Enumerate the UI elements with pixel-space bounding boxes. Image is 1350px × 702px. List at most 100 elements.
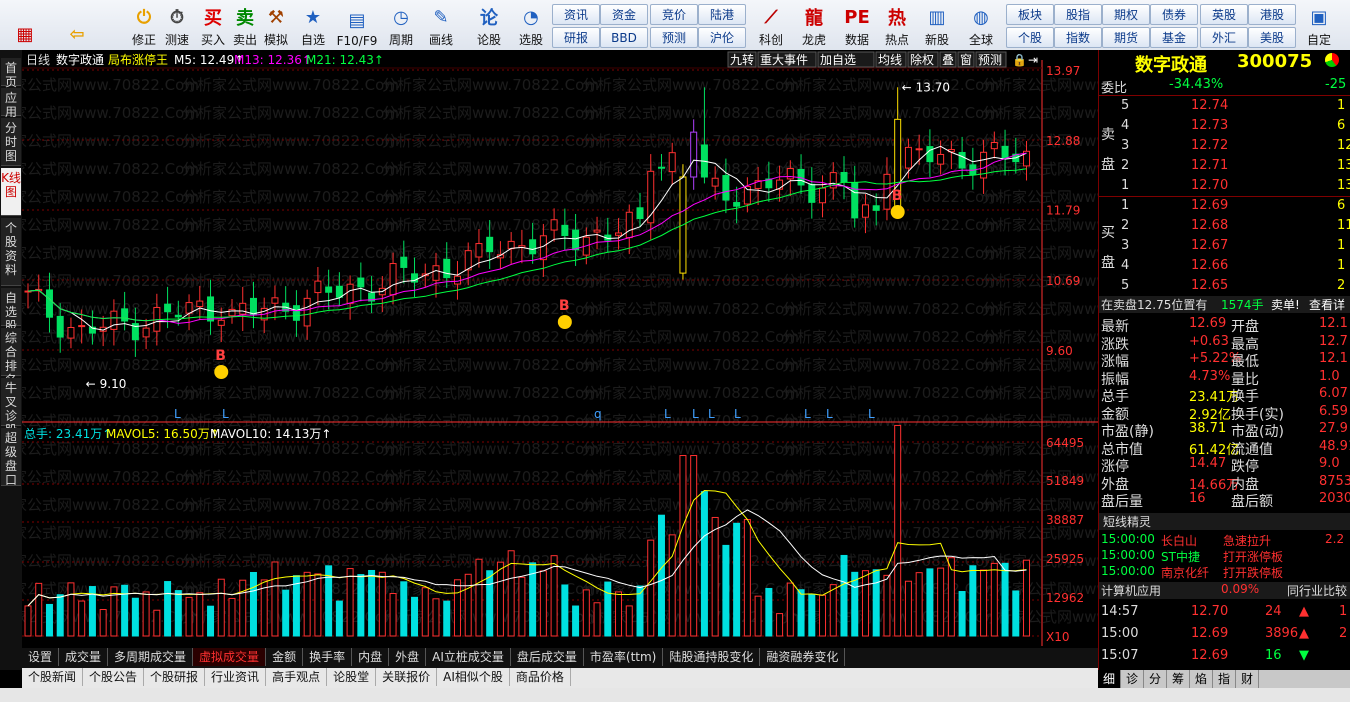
toolbar-button-6[interactable]: ⚒ 模拟 (257, 2, 295, 48)
toolbar-button-8[interactable]: ▤ F10/F9 (337, 2, 378, 49)
price-tick-label: 11.79 (1046, 204, 1080, 218)
toolbar-button-10[interactable]: ✎ 画线 (422, 2, 460, 48)
right-tab[interactable]: 财 (1236, 670, 1259, 688)
panel-toggle-icon[interactable]: ⇥ (1028, 53, 1038, 67)
toolbar-button-0[interactable]: ▦ (6, 2, 44, 48)
quick-button-15[interactable]: 指数 (1054, 27, 1102, 48)
quick-button-5[interactable]: BBD (600, 27, 648, 48)
lock-icon[interactable]: 🔒 (1012, 53, 1027, 67)
sell-volume: 6 (1337, 118, 1346, 133)
volume-bar (389, 593, 397, 637)
watermark-text: 分析家公式网www.70822.Com (182, 440, 399, 458)
toolbar-button-15[interactable]: PE 数据 (838, 2, 876, 48)
info-tab[interactable]: 行业资讯 (205, 668, 267, 686)
sidebar-tab-6[interactable]: 综合排名 (1, 328, 21, 387)
buy-volume: 1 (1337, 238, 1346, 253)
sidebar-tab-5[interactable]: 自选股 (1, 288, 21, 333)
indicator-tab[interactable]: 金额 (266, 648, 304, 666)
info-tab[interactable]: 高手观点 (266, 668, 328, 686)
indicator-tab[interactable]: 陆股通持股变化 (663, 648, 761, 666)
right-tab[interactable]: 分 (1144, 670, 1167, 688)
sidebar-tab-7[interactable]: 牛叉诊股 (1, 378, 21, 437)
toolbar-button-label: 周期 (388, 33, 413, 47)
sidebar-tab-1[interactable]: 应用 (1, 88, 21, 119)
toolbar-button-9[interactable]: ◷ 周期 (382, 2, 420, 48)
indicator-tab[interactable]: 内盘 (352, 648, 390, 666)
sell-price: 12.70 (1191, 178, 1229, 193)
indicator-tab[interactable]: 设置 (22, 648, 60, 666)
toolbar-button-19[interactable]: ▣ 自定 (1300, 2, 1338, 48)
status-strip (0, 688, 1350, 702)
volume-bar (78, 600, 86, 637)
quick-button-13[interactable]: 港股 (1248, 4, 1296, 25)
quick-button-12[interactable]: 英股 (1200, 4, 1248, 25)
chart-area[interactable]: 分析家公式网www.70822.Com分析家公式网www.70822.Com分析… (0, 50, 1350, 646)
indicator-tab[interactable]: 市盈率(ttm) (584, 648, 664, 666)
volume-bar (808, 593, 816, 637)
info-tab[interactable]: 个股新闻 (22, 668, 84, 686)
info-tab[interactable]: AI相似个股 (437, 668, 510, 686)
indicator-tab[interactable]: 换手率 (303, 648, 353, 666)
indicator-tab[interactable]: 融资融券变化 (760, 648, 846, 666)
toolbar-button-12[interactable]: ◔ 选股 (512, 2, 550, 48)
toolbar-button-7[interactable]: ★ 自选 (294, 2, 332, 48)
stat-value: 14.47 (1189, 456, 1227, 471)
k-line-chart[interactable]: 分析家公式网www.70822.Com分析家公式网www.70822.Com分析… (0, 50, 1350, 646)
indicator-tab[interactable]: 多周期成交量 (108, 648, 194, 666)
quick-button-4[interactable]: 研报 (552, 27, 600, 48)
quick-button-6[interactable]: 预测 (650, 27, 698, 48)
toolbar-button-1[interactable]: ⇦ (58, 2, 96, 48)
tick-price: 12.69 (1191, 648, 1229, 663)
info-tab[interactable]: 个股研报 (144, 668, 206, 686)
info-tab[interactable]: 关联报价 (376, 668, 438, 686)
info-tab[interactable]: 论股堂 (327, 668, 377, 686)
quick-button-16[interactable]: 期货 (1102, 27, 1150, 48)
stat-value: +0.63 (1189, 333, 1229, 349)
quick-button-1[interactable]: 资金 (600, 4, 648, 25)
right-tab[interactable]: 指 (1213, 670, 1236, 688)
indicator-tab[interactable]: 成交量 (59, 648, 109, 666)
quick-button-8[interactable]: 板块 (1006, 4, 1054, 25)
event-type: 打开跌停板 (1223, 566, 1284, 580)
quote-row: 14:57 12.70 24 ▲ 1 (1099, 604, 1350, 621)
right-tab[interactable]: 筹 (1167, 670, 1190, 688)
event-type: 急速拉升 (1223, 534, 1272, 548)
sidebar-tab-0[interactable]: 首页 (1, 58, 21, 89)
toolbar-button-13[interactable]: ⟋ 科创 (752, 2, 790, 48)
quick-button-7[interactable]: 沪伦 (698, 27, 746, 48)
quick-button-0[interactable]: 资讯 (552, 4, 600, 25)
info-tab[interactable]: 个股公告 (83, 668, 145, 686)
toolbar-button-label: 新股 (924, 33, 949, 47)
indicator-tab[interactable]: AI立桩成交量 (426, 648, 511, 666)
quick-button-2[interactable]: 竞价 (650, 4, 698, 25)
watermark-text: 分析家公式网www.70822.Com (382, 468, 599, 486)
sidebar-tab-4[interactable]: 个股资料 (1, 218, 21, 286)
sidebar-tab-8[interactable]: 超级盘口 (1, 428, 21, 487)
toolbar-button-16[interactable]: 热热点 (878, 2, 916, 48)
quick-button-9[interactable]: 股指 (1054, 4, 1102, 25)
toolbar-button-14[interactable]: 龍龙虎 (795, 2, 833, 48)
signal-marker: L (708, 407, 715, 421)
indicator-tab[interactable]: 虚拟成交量 (193, 648, 267, 666)
arrow-up-icon: ▲ (1299, 604, 1309, 619)
quick-button-19[interactable]: 美股 (1248, 27, 1296, 48)
right-tab[interactable]: 细 (1098, 670, 1121, 688)
info-tab[interactable]: 商品价格 (510, 668, 571, 686)
quick-button-14[interactable]: 个股 (1006, 27, 1054, 48)
quick-button-10[interactable]: 期权 (1102, 4, 1150, 25)
tick-extra: 1 (1339, 604, 1348, 619)
quick-button-18[interactable]: 外汇 (1200, 27, 1248, 48)
toolbar-button-11[interactable]: 论论股 (470, 2, 508, 48)
quick-button-11[interactable]: 债券 (1150, 4, 1198, 25)
right-tab[interactable]: 焰 (1190, 670, 1213, 688)
quick-button-3[interactable]: 陆港 (698, 4, 746, 25)
quick-button-17[interactable]: 基金 (1150, 27, 1198, 48)
right-tab[interactable]: 诊 (1121, 670, 1144, 688)
toolbar-button-17[interactable]: ▥ 新股 (918, 2, 956, 48)
toolbar-button-3[interactable]: ⏱ 测速 (158, 2, 196, 48)
indicator-tab[interactable]: 外盘 (389, 648, 427, 666)
toolbar-button-18[interactable]: ◍ 全球 (962, 2, 1000, 48)
sidebar-tab-2[interactable]: 分时图 (1, 118, 21, 166)
indicator-tab[interactable]: 盘后成交量 (511, 648, 584, 666)
sidebar-tab-3[interactable]: K线图 (1, 168, 21, 216)
